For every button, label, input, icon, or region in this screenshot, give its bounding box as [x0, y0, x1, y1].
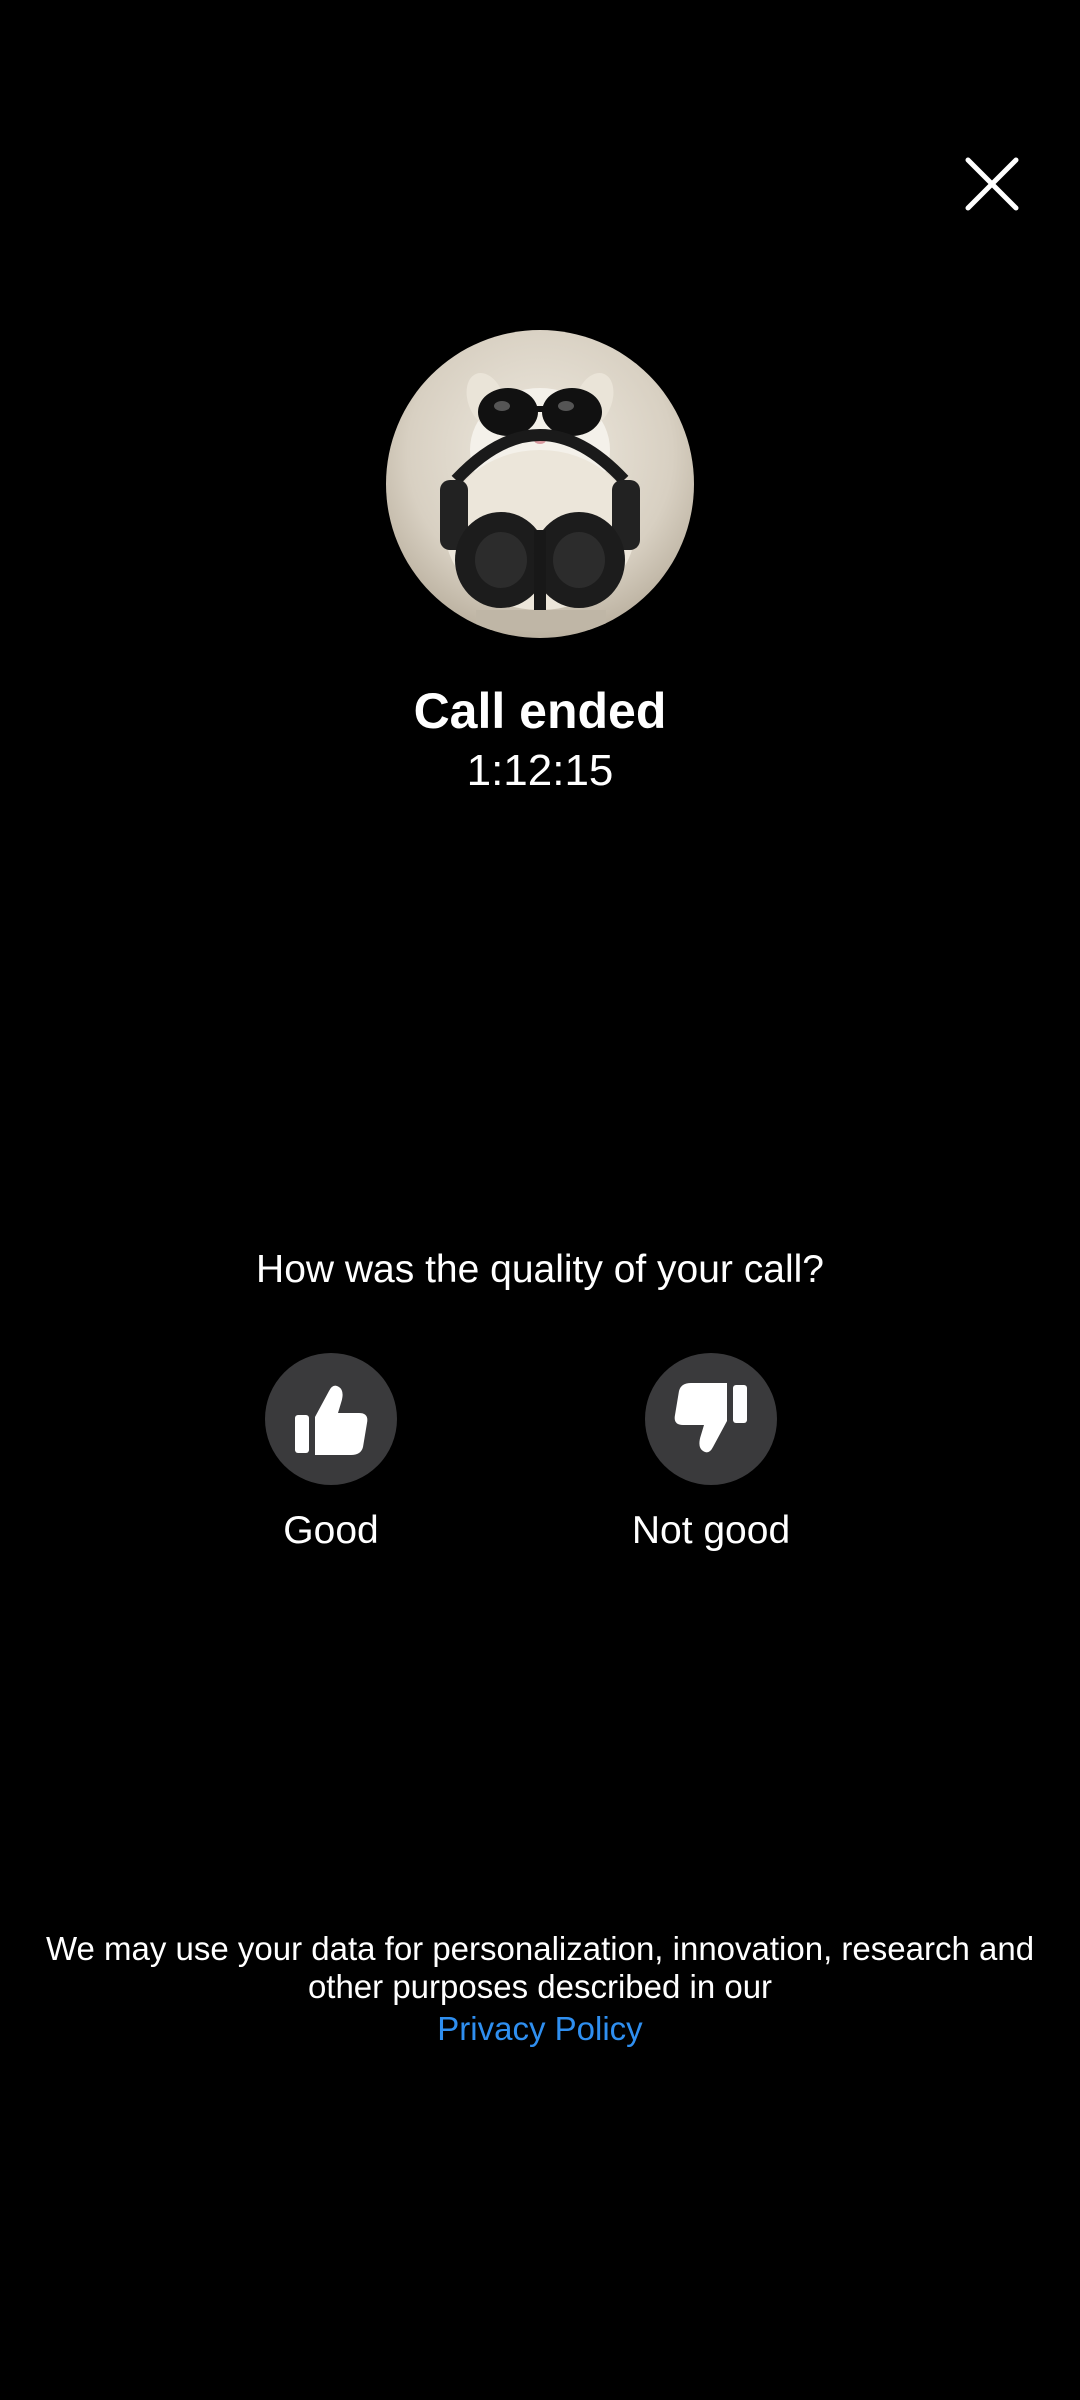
rate-not-good-circle[interactable] — [645, 1353, 777, 1485]
rate-not-good-button[interactable]: Not good — [561, 1353, 861, 1553]
feedback-question: How was the quality of your call? — [256, 1248, 824, 1291]
data-use-disclaimer: We may use your data for personalization… — [45, 1930, 1035, 2005]
call-status-title: Call ended — [413, 683, 667, 739]
rate-not-good-label: Not good — [631, 1509, 791, 1552]
thumbs-down-icon — [674, 1383, 747, 1453]
call-ended-screen: Call ended 1:12:15 How was the quality o… — [0, 0, 1080, 2400]
rate-good-button[interactable]: Good — [181, 1353, 481, 1553]
avatar — [386, 330, 694, 638]
close-button[interactable] — [958, 150, 1026, 218]
thumbs-up-icon — [295, 1385, 368, 1455]
close-icon — [965, 157, 1019, 211]
call-duration: 1:12:15 — [466, 746, 614, 795]
rate-good-label: Good — [283, 1509, 379, 1552]
privacy-policy-link[interactable]: Privacy Policy — [0, 2010, 1080, 2048]
rate-good-circle[interactable] — [265, 1353, 397, 1485]
